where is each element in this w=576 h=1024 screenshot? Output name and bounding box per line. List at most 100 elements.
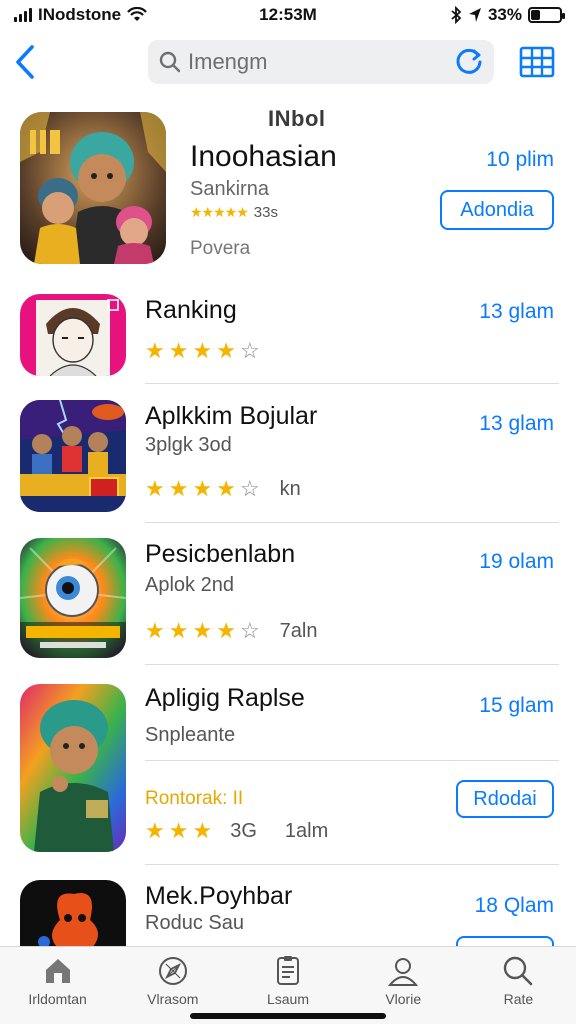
person-icon: [388, 958, 419, 986]
featured-rating-count: 33s: [253, 204, 278, 221]
get-button[interactable]: [456, 936, 554, 946]
divider: [145, 522, 559, 523]
search-icon: [504, 956, 533, 986]
app-subtitle: Snpleante: [145, 724, 236, 746]
app-extra: kn: [279, 477, 301, 500]
featured-subtitle: Sankirna: [190, 178, 269, 200]
wifi-icon: [127, 7, 147, 21]
home-icon: [45, 959, 70, 983]
tab-search[interactable]: Rate: [461, 947, 576, 1024]
tab-label: Lsaum: [266, 991, 310, 1007]
star-icon: ★: [216, 476, 236, 501]
app-title: Aplkkim Bojular: [145, 402, 318, 430]
featured-rating: ★★★★★ 33s: [190, 204, 278, 221]
featured-stars: ★★★★★: [190, 204, 249, 220]
app-title: Pesicbenlabn: [145, 540, 296, 568]
chevron-left-icon: [16, 45, 34, 79]
featured-tag: Povera: [190, 238, 251, 259]
app-time: 18 Qlam: [474, 894, 554, 917]
signal-icon: [14, 8, 32, 22]
star-empty-icon: ☆: [239, 476, 260, 501]
app-title: Mek.Poyhbar: [145, 882, 293, 910]
divider: [145, 664, 559, 665]
tab-label: Vlrasom: [147, 991, 199, 1007]
divider: [145, 760, 559, 761]
app-time: 15 glam: [479, 694, 554, 717]
tab-label: Vlorie: [385, 991, 422, 1007]
app-time: 13 glam: [479, 412, 554, 435]
bluetooth-icon: [451, 6, 462, 24]
app-icon[interactable]: [20, 684, 126, 852]
app-icon[interactable]: [20, 880, 126, 946]
back-button[interactable]: [8, 40, 42, 84]
search-input[interactable]: [188, 49, 448, 75]
tab-label: Irldomtan: [28, 991, 87, 1007]
star-icon: ★: [216, 338, 236, 363]
carrier-label: INodstone: [38, 5, 122, 24]
grid-icon[interactable]: [518, 44, 556, 80]
star-icon: ★: [168, 476, 189, 501]
star-icon: ★: [145, 618, 165, 643]
rating-count: 3G: [230, 819, 257, 842]
rating-stars: ★ ★ ★ ★ ☆: [145, 338, 260, 364]
star-icon: ★: [192, 618, 213, 643]
divider: [145, 383, 559, 384]
list-item[interactable]: Aplkkim Bojular 3plgk 3od ★ ★ ★ ★ ☆ kn 1…: [0, 400, 576, 524]
featured-title: Inoohasian: [190, 140, 337, 173]
app-time: 13 glam: [479, 300, 554, 323]
list-item[interactable]: Apligig Raplse Snpleante Rontorak: II Rd…: [0, 682, 576, 866]
rating-stars: ★ ★ ★ ★ ☆ kn: [145, 476, 301, 502]
list-item[interactable]: Ranking ★ ★ ★ ★ ☆ 13 glam: [0, 294, 576, 384]
battery-percent: 33%: [487, 5, 522, 24]
battery-icon: [528, 7, 565, 23]
location-icon: [468, 8, 481, 22]
battery-fill: [531, 10, 541, 20]
featured-get-button[interactable]: Adondia: [440, 190, 554, 230]
tab-label: Rate: [503, 991, 534, 1007]
get-button[interactable]: Rdodai: [456, 780, 554, 818]
app-title: Apligig Raplse: [145, 684, 305, 712]
home-indicator[interactable]: [190, 1013, 386, 1019]
star-empty-icon: ☆: [239, 618, 260, 643]
compass-icon: [158, 957, 187, 985]
refresh-icon[interactable]: [454, 47, 484, 77]
app-extra: 7aln: [279, 619, 318, 642]
app-subtitle: 3plgk 3od: [145, 434, 232, 456]
nav-bar: [0, 36, 576, 88]
featured-time: 10 plim: [486, 148, 554, 171]
app-subtitle: Aplok 2nd: [145, 574, 234, 596]
star-icon: ★: [192, 818, 213, 843]
star-icon: ★: [192, 476, 213, 501]
featured-badge: INbol: [268, 106, 326, 131]
star-icon: ★: [145, 818, 165, 843]
status-right: 33%: [362, 5, 565, 25]
app-time: 19 olam: [479, 550, 554, 573]
star-icon: ★: [216, 618, 236, 643]
star-icon: ★: [168, 338, 189, 363]
star-icon: ★: [145, 476, 165, 501]
clock: 12:53M: [259, 5, 317, 24]
search-icon: [159, 51, 181, 73]
promo-label: Rontorak: II: [145, 788, 244, 809]
star-icon: ★: [168, 818, 189, 843]
status-left: INodstone: [14, 5, 214, 25]
star-icon: ★: [145, 338, 165, 363]
star-empty-icon: ☆: [239, 338, 260, 363]
app-title: Ranking: [145, 296, 237, 324]
app-icon[interactable]: [20, 400, 126, 512]
app-extra: 1alm: [284, 819, 329, 842]
app-icon[interactable]: [20, 538, 126, 658]
status-bar: INodstone 12:53M 33%: [0, 0, 576, 30]
list-item[interactable]: Pesicbenlabn Aplok 2nd ★ ★ ★ ★ ☆ 7aln 19…: [0, 538, 576, 666]
list-icon: [277, 956, 299, 985]
featured-app[interactable]: INbol Inoohasian Sankirna ★★★★★ 33s Pove…: [0, 104, 576, 274]
rating-stars: ★ ★ ★ ★ ☆ 7aln: [145, 618, 317, 644]
star-icon: ★: [192, 338, 213, 363]
tab-home[interactable]: Irldomtan: [0, 947, 115, 1024]
app-icon[interactable]: [20, 294, 126, 376]
app-subtitle: Roduc Sau: [145, 912, 244, 934]
list-item[interactable]: Mek.Poyhbar Roduc Sau 18 Qlam: [0, 880, 576, 946]
search-bar[interactable]: [148, 40, 494, 84]
divider: [145, 864, 559, 865]
featured-app-icon[interactable]: [20, 112, 166, 264]
